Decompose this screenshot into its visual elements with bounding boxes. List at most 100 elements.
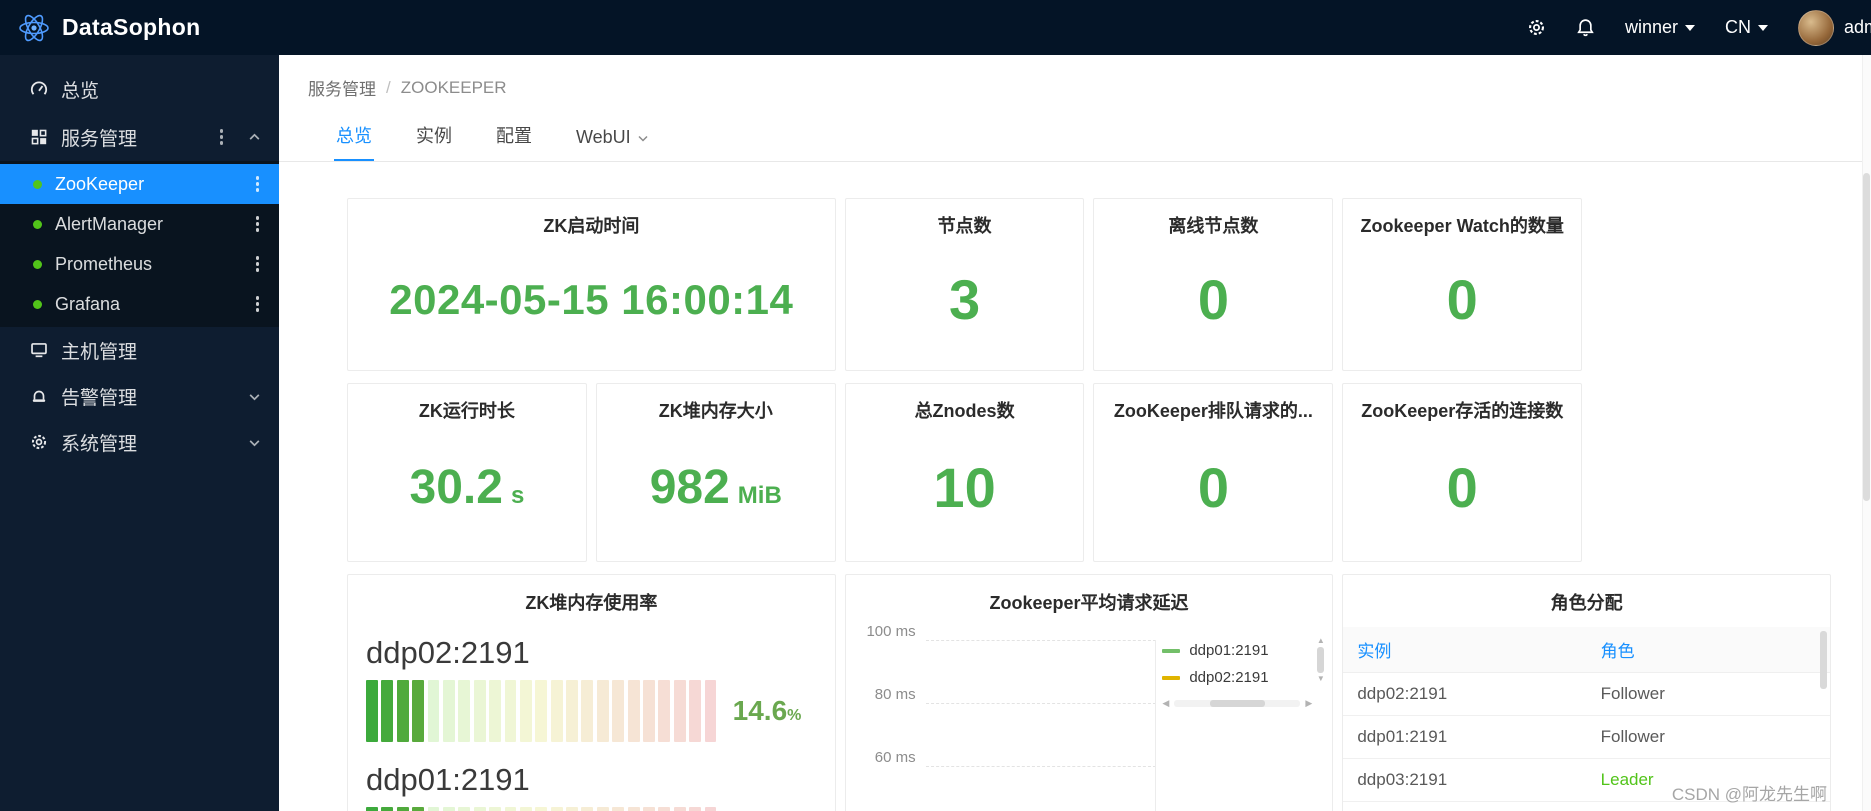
app-logo[interactable]: DataSophon bbox=[0, 10, 200, 46]
gauge-segment bbox=[458, 680, 471, 742]
sidebar-item-grafana[interactable]: Grafana bbox=[0, 284, 279, 324]
service-more-icon[interactable] bbox=[255, 222, 259, 226]
gauge-segment bbox=[519, 807, 532, 811]
sidebar-item-prometheus[interactable]: Prometheus bbox=[0, 244, 279, 284]
tab-label: WebUI bbox=[576, 127, 631, 147]
stat-card-znodes-count: 总Znodes数 10 bbox=[844, 383, 1085, 562]
gauge-segment bbox=[366, 807, 378, 811]
gauge-segment bbox=[550, 807, 563, 811]
heap-gauges: ddp02:2191 14.6% ddp01:2191 15.7% bbox=[348, 615, 835, 811]
sidebar-item-zookeeper[interactable]: ZooKeeper bbox=[0, 164, 279, 204]
table-row[interactable]: ddp01:2191 Follower bbox=[1343, 715, 1830, 759]
breadcrumb: 服务管理 / ZOOKEEPER bbox=[279, 55, 1871, 100]
tab-bar: 总览 实例 配置 WebUI bbox=[279, 112, 1871, 162]
scroll-track[interactable] bbox=[1174, 700, 1301, 707]
service-more-icon[interactable] bbox=[255, 302, 259, 306]
gauge-segment bbox=[658, 807, 671, 811]
gauge-segment bbox=[427, 807, 440, 811]
tenant-dropdown[interactable]: winner bbox=[1625, 17, 1695, 38]
chevron-up-icon[interactable] bbox=[248, 131, 261, 144]
stat-value: 982 MiB bbox=[597, 423, 835, 562]
gauge-segment bbox=[596, 807, 609, 811]
table-row[interactable]: ddp02:2191 Follower bbox=[1343, 672, 1830, 716]
tab-label: 总览 bbox=[336, 126, 372, 146]
avatar[interactable] bbox=[1797, 9, 1834, 46]
legend-item-ddp02[interactable]: ddp02:2191 bbox=[1162, 664, 1312, 691]
scroll-down-icon[interactable]: ▼ bbox=[1317, 675, 1325, 683]
table-scrollbar[interactable] bbox=[1819, 631, 1827, 689]
scroll-left-icon[interactable]: ◀ bbox=[1162, 699, 1169, 708]
grid-spacer bbox=[1591, 198, 1831, 371]
service-management-more-icon[interactable] bbox=[219, 135, 223, 139]
gauge-segment bbox=[381, 680, 394, 742]
legend-item-ddp01[interactable]: ddp01:2191 bbox=[1162, 637, 1312, 664]
sidebar-item-overview[interactable]: 总览 bbox=[0, 65, 279, 113]
tab-webui[interactable]: WebUI bbox=[574, 117, 651, 161]
stat-card-alive-connections: ZooKeeper存活的连接数 0 bbox=[1342, 383, 1583, 562]
stat-card-offline-node-count: 离线节点数 0 bbox=[1093, 198, 1334, 371]
legend-horizontal-scrollbar[interactable]: ◀ ▶ bbox=[1162, 699, 1312, 708]
panel-title: ZK堆内存使用率 bbox=[525, 593, 658, 613]
cell-instance: ddp01:2191 bbox=[1343, 715, 1587, 759]
sidebar-item-host-management[interactable]: 主机管理 bbox=[0, 327, 279, 373]
page-scrollbar-thumb[interactable] bbox=[1863, 173, 1870, 501]
stat-value: 3 bbox=[948, 268, 981, 332]
stat-value: 0 bbox=[1197, 268, 1229, 332]
gauge-segment bbox=[412, 680, 425, 742]
column-header-instance[interactable]: 实例 bbox=[1343, 627, 1587, 673]
stat-value: 10 bbox=[933, 456, 996, 520]
legend-label: ddp01:2191 bbox=[1189, 642, 1269, 659]
caret-down-icon bbox=[1757, 24, 1768, 31]
chevron-down-icon bbox=[248, 436, 261, 449]
tab-instances[interactable]: 实例 bbox=[414, 112, 454, 161]
tab-config[interactable]: 配置 bbox=[494, 112, 534, 161]
stat-value: 0 bbox=[1197, 456, 1229, 520]
gauge-segment bbox=[627, 680, 640, 742]
column-header-role[interactable]: 角色 bbox=[1586, 627, 1830, 673]
stat-title: ZooKeeper排队请求的... bbox=[1113, 401, 1313, 421]
cell-role: Follower bbox=[1586, 672, 1830, 716]
gear-icon bbox=[30, 433, 48, 451]
gauge-segment bbox=[535, 680, 548, 742]
legend-swatch bbox=[1162, 648, 1181, 653]
breadcrumb-separator: / bbox=[386, 77, 391, 97]
sidebar-item-alert-management[interactable]: 告警管理 bbox=[0, 373, 279, 419]
notification-bell-icon[interactable] bbox=[1576, 18, 1595, 37]
settings-gear-icon[interactable] bbox=[1527, 18, 1546, 37]
stat-card-zk-start-time: ZK启动时间 2024-05-15 16:00:14 bbox=[347, 198, 836, 371]
user-menu[interactable]: adm bbox=[1797, 9, 1871, 46]
gauge-row: 15.7% bbox=[366, 807, 817, 811]
scroll-thumb[interactable] bbox=[1209, 700, 1266, 707]
stat-card-node-count: 节点数 3 bbox=[844, 198, 1085, 371]
gauge-segment bbox=[566, 807, 578, 811]
language-dropdown[interactable]: CN bbox=[1725, 17, 1768, 38]
gauge-segment bbox=[704, 680, 717, 742]
roles-table: 实例 角色 ddp02:2191 Follower ddp01:2191 Fol… bbox=[1343, 627, 1830, 802]
scroll-right-icon[interactable]: ▶ bbox=[1305, 699, 1312, 708]
gauge-segment bbox=[612, 680, 625, 742]
language-label: CN bbox=[1724, 17, 1751, 37]
stat-value: 0 bbox=[1446, 456, 1478, 520]
tab-overview[interactable]: 总览 bbox=[334, 112, 374, 161]
service-more-icon[interactable] bbox=[255, 182, 259, 186]
service-more-icon[interactable] bbox=[255, 262, 259, 266]
sidebar-item-service-management[interactable]: 服务管理 bbox=[0, 113, 279, 161]
gauge-segment bbox=[473, 807, 486, 811]
legend-vertical-scrollbar[interactable]: ▲ ▼ bbox=[1315, 637, 1326, 683]
scroll-up-icon[interactable]: ▲ bbox=[1317, 637, 1325, 645]
page-scrollbar[interactable] bbox=[1862, 55, 1871, 811]
breadcrumb-service-management[interactable]: 服务管理 bbox=[308, 75, 376, 100]
sidebar-item-alertmanager[interactable]: AlertManager bbox=[0, 204, 279, 244]
gauge-segment bbox=[627, 807, 640, 811]
gauge-segment bbox=[504, 680, 517, 742]
breadcrumb-current-page: ZOOKEEPER bbox=[400, 77, 507, 97]
gauge-segment bbox=[489, 680, 502, 742]
gauge-segment bbox=[442, 680, 455, 742]
sidebar-item-system-management[interactable]: 系统管理 bbox=[0, 419, 279, 465]
gauge-value: 14.6% bbox=[733, 695, 817, 727]
gauge-segment bbox=[581, 807, 594, 811]
stat-unit: s bbox=[510, 481, 525, 509]
stat-value: 30.2 s bbox=[348, 423, 586, 562]
roles-panel: 角色分配 实例 角色 ddp02:2191 Follower ddp01:219… bbox=[1342, 574, 1831, 811]
scroll-thumb[interactable] bbox=[1317, 647, 1325, 673]
